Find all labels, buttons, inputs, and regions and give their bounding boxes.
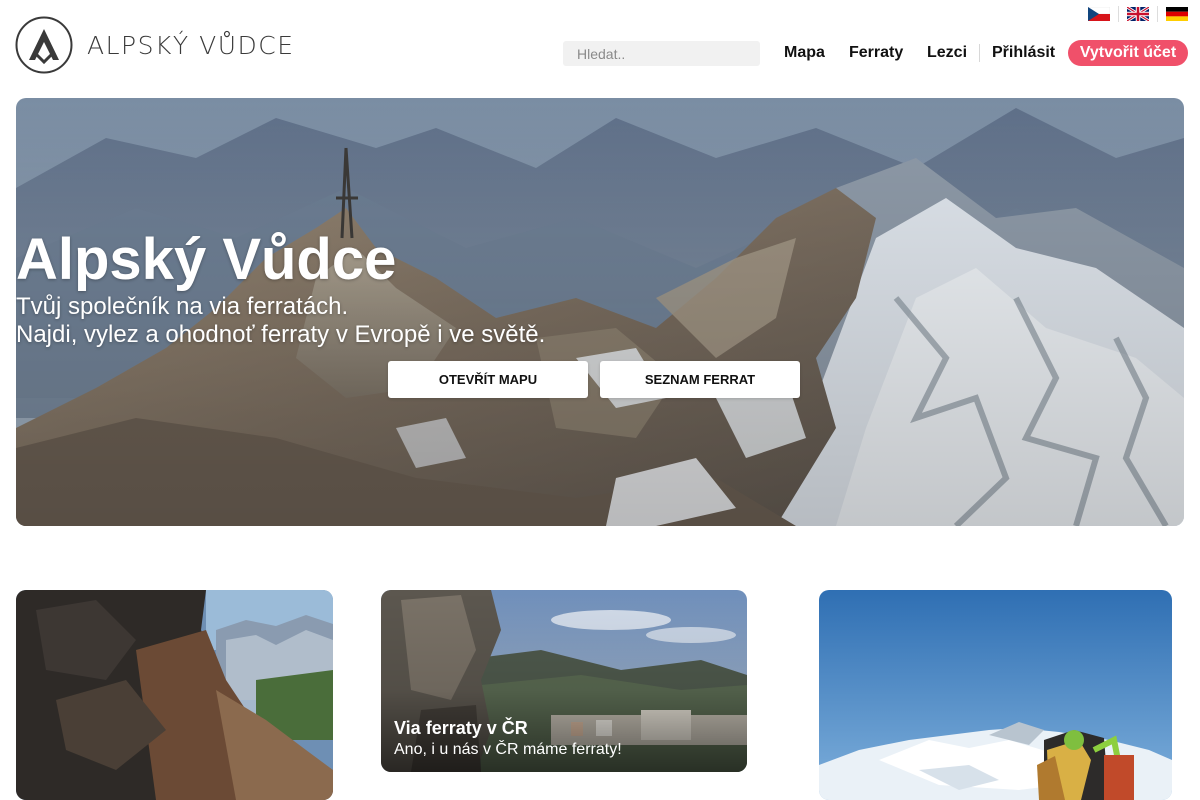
card-subtitle: Ano, i u nás v ČR máme ferraty!	[394, 741, 622, 758]
card-title: Via ferraty v ČR	[394, 718, 528, 738]
language-switcher	[1080, 6, 1188, 22]
feature-card[interactable]	[819, 590, 1172, 800]
hero-subtitle: Tvůj společník na via ferratách.	[16, 293, 349, 320]
nav-link-climbers[interactable]: Lezci	[927, 40, 967, 66]
flag-divider	[1118, 6, 1119, 22]
hero-banner: Alpský Vůdce Tvůj společník na via ferra…	[16, 98, 1184, 526]
nav-divider	[979, 44, 980, 62]
czech-flag-icon[interactable]	[1088, 7, 1110, 21]
login-link[interactable]: Přihlásit	[992, 40, 1055, 66]
feature-card[interactable]: Via ferraty v ČR Ano, i u nás v ČR máme …	[381, 590, 747, 772]
nav-link-map[interactable]: Mapa	[784, 40, 825, 66]
feature-card[interactable]	[16, 590, 333, 800]
hero-title: Alpský Vůdce	[16, 227, 397, 292]
open-map-button[interactable]: OTEVŘÍT MAPU	[388, 361, 588, 398]
site-header: ALPSKÝ VŮDCE Hledat.. Mapa Ferraty Lezci…	[0, 0, 1200, 90]
flag-divider	[1157, 6, 1158, 22]
logo[interactable]: ALPSKÝ VŮDCE	[15, 16, 295, 74]
brand-name: ALPSKÝ VŮDCE	[87, 30, 295, 60]
hero-subtitle: Najdi, vylez a ohodnoť ferraty v Evropě …	[16, 321, 546, 348]
uk-flag-icon[interactable]	[1127, 7, 1149, 21]
german-flag-icon[interactable]	[1166, 7, 1188, 21]
card-rock-image	[16, 590, 333, 800]
ferrata-list-button[interactable]: SEZNAM FERRAT	[600, 361, 800, 398]
card-glacier-image	[819, 590, 1172, 800]
search-input[interactable]	[563, 41, 760, 66]
nav-link-ferratas[interactable]: Ferraty	[849, 40, 903, 66]
mountain-logo-icon	[15, 16, 73, 74]
create-account-button[interactable]: Vytvořit účet	[1068, 40, 1188, 66]
